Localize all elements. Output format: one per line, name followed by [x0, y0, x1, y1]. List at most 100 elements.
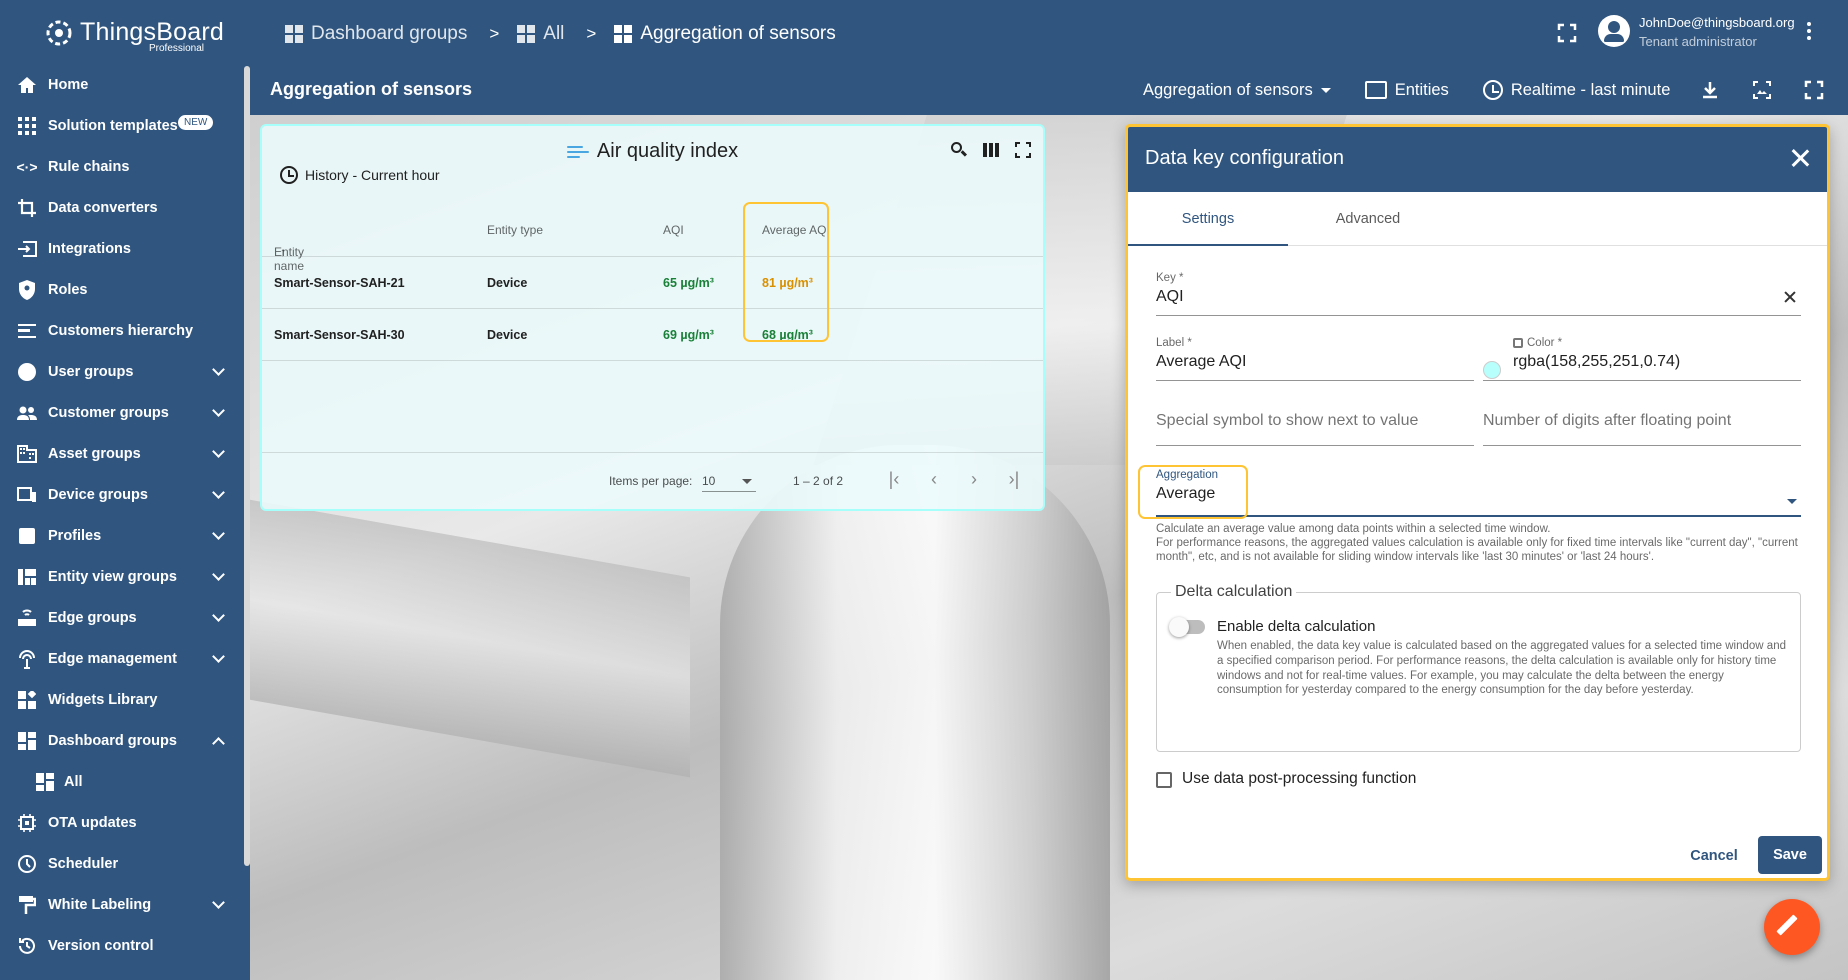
label-label: Label * — [1156, 337, 1192, 349]
edit-dashboard-button[interactable] — [1764, 899, 1820, 955]
entities-label: Entities — [1394, 80, 1449, 99]
tab-advanced[interactable]: Advanced — [1288, 192, 1448, 246]
timewindow-button[interactable]: Realtime - last minute — [1482, 80, 1671, 100]
sidebar-item-home[interactable]: Home — [0, 64, 243, 105]
fullscreen-icon[interactable] — [1015, 142, 1031, 158]
sidebar-item-label: Edge groups — [48, 609, 137, 626]
chevron-down-icon — [212, 568, 225, 581]
decimals-field[interactable]: Number of digits after floating point — [1483, 412, 1801, 446]
last-page-icon[interactable]: ›| — [1004, 469, 1024, 489]
sidebar-item-customer-groups[interactable]: Customer groups — [0, 392, 243, 433]
sidebar-item-label: Roles — [48, 281, 88, 298]
input-icon — [17, 239, 37, 259]
sidebar-item-scheduler[interactable]: Scheduler — [0, 843, 243, 884]
dialog-title: Data key configuration — [1145, 147, 1345, 169]
fullscreen-icon[interactable] — [1556, 22, 1578, 44]
dashboard-state-select[interactable]: Aggregation of sensors — [1143, 81, 1331, 100]
highlight-aggregation — [1138, 465, 1248, 519]
sidebar-item-customers-hierarchy[interactable]: Customers hierarchy — [0, 310, 243, 351]
sidebar-item-ota-updates[interactable]: OTA updates — [0, 802, 243, 843]
sidebar-item-device-groups[interactable]: Device groups — [0, 474, 243, 515]
sidebar-item-asset-groups[interactable]: Asset groups — [0, 433, 243, 474]
cell-entity-type: Device — [487, 276, 528, 290]
timewindow-label: Realtime - last minute — [1510, 80, 1671, 99]
sidebar-item-roles[interactable]: Roles — [0, 269, 243, 310]
sidebar-item-label: Solution templates — [48, 117, 178, 134]
column-header-entity-type[interactable]: Entity type — [487, 223, 543, 237]
page-range: 1 – 2 of 2 — [793, 474, 844, 488]
cell-aqi: 65 µg/m³ — [663, 276, 714, 290]
delta-toggle-label[interactable]: Enable delta calculation — [1217, 618, 1375, 635]
export-image-icon[interactable] — [1752, 80, 1772, 100]
clock-icon — [17, 854, 37, 874]
color-field[interactable]: Color * rgba(158,255,251,0.74) — [1483, 337, 1801, 381]
tab-settings[interactable]: Settings — [1128, 192, 1288, 246]
sidebar-item-integrations[interactable]: Integrations — [0, 228, 243, 269]
sidebar-item-edge-management[interactable]: Edge management — [0, 638, 243, 679]
chevron-up-icon — [212, 737, 225, 750]
sidebar-item-entity-view-groups[interactable]: Entity view groups — [0, 556, 243, 597]
sidebar-item-label: All — [64, 773, 83, 790]
chevron-down-icon — [212, 486, 225, 499]
color-swatch[interactable] — [1483, 361, 1501, 379]
sidebar-item-profiles[interactable]: Profiles — [0, 515, 243, 556]
aggregation-hint-line: For performance reasons, the aggregated … — [1156, 537, 1798, 563]
breadcrumb-all[interactable]: All — [517, 23, 564, 45]
delta-toggle[interactable] — [1169, 617, 1205, 637]
aggregation-select[interactable]: Aggregation Average — [1156, 469, 1801, 517]
sidebar-item-dashboard-groups[interactable]: Dashboard groups — [0, 720, 243, 761]
clear-icon[interactable] — [1783, 290, 1797, 304]
download-icon[interactable] — [1700, 80, 1720, 100]
items-per-page-value: 10 — [702, 474, 716, 488]
save-button[interactable]: Save — [1758, 836, 1822, 874]
columns-icon[interactable] — [983, 142, 999, 158]
delta-description: When enabled, the data key value is calc… — [1217, 640, 1786, 697]
previous-page-icon[interactable]: ‹ — [924, 469, 944, 489]
sidebar-item-label: Entity view groups — [48, 568, 177, 585]
search-icon[interactable] — [951, 142, 968, 158]
fullscreen-icon[interactable] — [1804, 80, 1824, 100]
sidebar-item-label: Customer groups — [48, 404, 169, 421]
sidebar-item-solution-templates[interactable]: Solution templates NEW — [0, 105, 243, 146]
thingsboard-logo[interactable]: ThingsBoard Professional — [40, 14, 224, 54]
items-per-page-label: Items per page: — [609, 474, 693, 488]
sidebar-item-all[interactable]: All — [0, 761, 243, 802]
chevron-down-icon — [212, 404, 225, 417]
close-icon[interactable] — [1789, 147, 1811, 169]
units-field[interactable]: Special symbol to show next to value — [1156, 412, 1474, 446]
entities-button[interactable]: Entities — [1364, 80, 1449, 100]
people-icon — [17, 403, 37, 423]
sidebar-item-widgets-library[interactable]: Widgets Library — [0, 679, 243, 720]
avatar[interactable] — [1598, 15, 1630, 47]
key-field[interactable]: Key * AQI — [1156, 272, 1801, 316]
next-page-icon[interactable]: › — [964, 469, 984, 489]
postprocessing-checkbox[interactable] — [1156, 772, 1172, 788]
sidebar-item-white-labeling[interactable]: White Labeling — [0, 884, 243, 925]
cancel-button[interactable]: Cancel — [1681, 838, 1747, 874]
first-page-icon[interactable]: |‹ — [884, 469, 904, 489]
aggregation-hint: Calculate an average value among data po… — [1156, 522, 1806, 564]
aggregation-label: Aggregation — [1156, 469, 1219, 481]
sidebar-item-data-converters[interactable]: Data converters — [0, 187, 243, 228]
items-per-page-select[interactable]: 10 — [702, 470, 756, 492]
sidebar-item-rule-chains[interactable]: <·> Rule chains — [0, 146, 243, 187]
more-vert-icon[interactable] — [1806, 22, 1812, 42]
field-underline — [1156, 315, 1801, 316]
sidebar-item-edge-groups[interactable]: Edge groups — [0, 597, 243, 638]
history-timewindow[interactable]: History - Current hour — [280, 166, 440, 184]
sidebar-item-version-control[interactable]: Version control — [0, 925, 243, 966]
sidebar-item-user-groups[interactable]: User groups — [0, 351, 243, 392]
domain-icon — [17, 444, 37, 464]
delta-calculation-group: Delta calculation Enable delta calculati… — [1156, 583, 1801, 752]
postprocessing-label[interactable]: Use data post-processing function — [1182, 770, 1416, 788]
label-field[interactable]: Label * Average AQI — [1156, 337, 1474, 381]
background-image — [720, 445, 1110, 980]
breadcrumb-dashboard-groups[interactable]: Dashboard groups — [285, 23, 467, 45]
sidebar-item-label: Rule chains — [48, 158, 130, 175]
user-email[interactable]: JohnDoe@thingsboard.org — [1639, 15, 1795, 30]
devices-icon — [17, 485, 37, 505]
table-row[interactable]: Smart-Sensor-SAH-21 Device 65 µg/m³ 81 µ… — [262, 257, 1043, 309]
table-row[interactable]: Smart-Sensor-SAH-30 Device 69 µg/m³ 68 µ… — [262, 309, 1043, 361]
field-underline — [1483, 380, 1801, 381]
column-header-aqi[interactable]: AQI — [663, 223, 684, 237]
